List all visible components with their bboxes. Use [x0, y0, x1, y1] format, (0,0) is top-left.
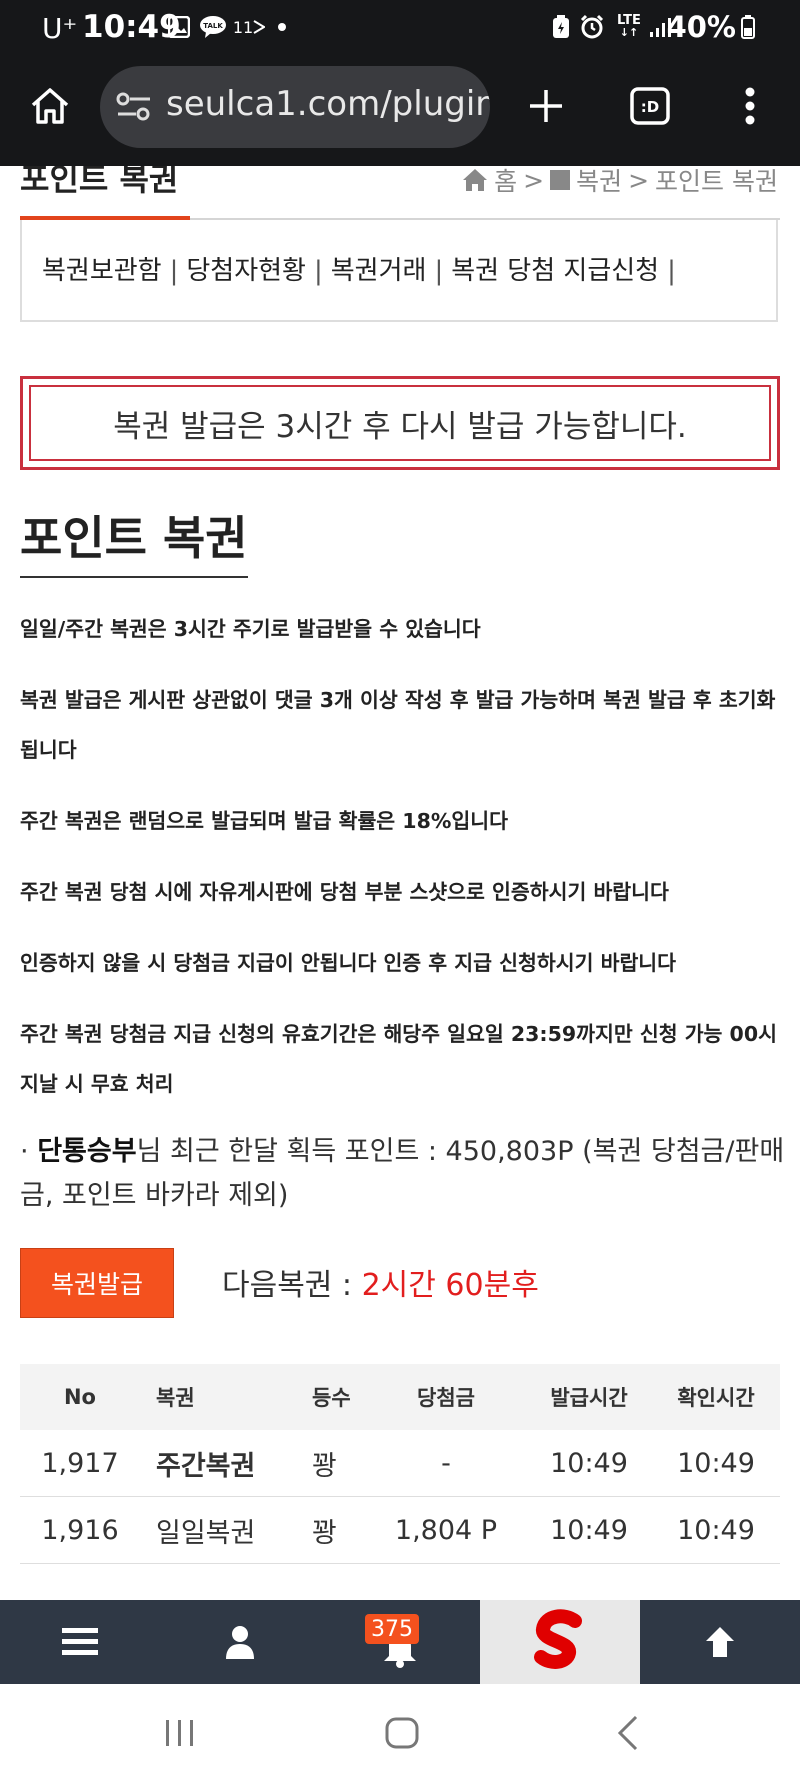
points-summary: · 단통승부님 최근 한달 획득 포인트 : 450,803P (복권 당첨금/… — [20, 1130, 785, 1218]
breadcrumb-section[interactable]: 복권 — [576, 166, 622, 198]
arrow-up-icon — [706, 1627, 734, 1657]
new-tab-button[interactable] — [516, 76, 576, 136]
breadcrumb-separator: > — [628, 166, 650, 195]
section-title: 포인트 복권 — [20, 166, 179, 198]
cell-issued: 10:49 — [550, 1514, 628, 1546]
menu-icon — [62, 1628, 98, 1655]
breadcrumb: 홈 > 복권 > 포인트 복권 — [462, 166, 778, 198]
talk-notification-icon: TALK — [198, 14, 228, 40]
carrier-label: U⁺ — [42, 12, 78, 45]
username: 단통승부 — [37, 1136, 137, 1167]
site-logo[interactable] — [480, 1600, 640, 1684]
cell-no: 1,916 — [41, 1514, 119, 1546]
recent-apps-button[interactable] — [150, 1708, 210, 1758]
browser-menu-button[interactable] — [720, 76, 780, 136]
home-icon — [31, 88, 69, 124]
bullet: · — [20, 1136, 29, 1167]
page-title-underline — [20, 576, 248, 578]
recent-apps-icon — [166, 1720, 193, 1746]
profile-button[interactable] — [180, 1600, 300, 1684]
sub-menu-box: 복권보관함 | 당첨자현황 | 복권거래 | 복권 당첨 지급신청 | — [20, 220, 778, 322]
site-bottom-nav: 375 — [0, 1600, 800, 1684]
rule-item: 인증하지 않을 시 당첨금 지급이 안됩니다 인증 후 지급 신청하시기 바랍니… — [20, 951, 677, 975]
next-lottery-label: 다음복권 : — [222, 1268, 362, 1303]
col-prize: 당첨금 — [417, 1386, 475, 1410]
scroll-top-button[interactable] — [660, 1600, 780, 1684]
page-content: 포인트 복권 홈 > 복권 > 포인트 복권 복권보관함 | 당첨자현황 | 복권거래 |… — [0, 166, 800, 1600]
rule-item: 주간 복권은 랜덤으로 발급되며 발급 확률은 18%입니다 — [20, 809, 508, 833]
site-settings-icon[interactable] — [116, 92, 152, 126]
lte-indicator: LTE ↓↑ — [617, 13, 641, 39]
rule-item: 복권 발급은 게시판 상관없이 댓글 3개 이상 작성 후 발급 가능하며 복권… — [20, 688, 776, 762]
battery-icon — [740, 14, 756, 40]
cell-lottery: 일일복권 — [156, 1517, 256, 1549]
back-icon — [617, 1715, 638, 1751]
rule-item: 주간 복권 당첨 시에 자유게시판에 당첨 부분 스샷으로 인증하시기 바랍니다 — [20, 880, 669, 904]
gallery-notification-icon — [166, 14, 192, 40]
col-lottery: 복권 — [156, 1386, 195, 1410]
tab-lottery-trade[interactable]: 복권거래 — [331, 256, 427, 286]
svg-text::D: :D — [641, 98, 659, 116]
home-circle-icon — [385, 1717, 419, 1749]
lottery-table: No 복권 등수 당첨금 발급시간 확인시간 1,917 주간복권 꽝 - 10… — [20, 1364, 780, 1564]
plus-icon — [530, 90, 562, 122]
alarm-icon — [578, 14, 606, 40]
more-notifications-dot-icon — [276, 14, 288, 40]
system-navigation-bar — [0, 1684, 800, 1784]
cell-checked: 10:49 — [677, 1447, 755, 1479]
notification-count-badge: 375 — [365, 1614, 419, 1644]
svg-text:TALK: TALK — [203, 22, 223, 30]
cell-prize: - — [441, 1447, 451, 1479]
tab-lottery-storage[interactable]: 복권보관함 — [42, 256, 162, 286]
status-bar: U⁺ 10:49 TALK 11 LTE ↓↑ 40% — [0, 0, 800, 58]
next-lottery: 다음복권 : 2시간 60분후 — [222, 1260, 539, 1304]
browser-toolbar: seulca1.com/plugin/ :D — [0, 58, 800, 166]
table-row[interactable]: 1,917 주간복권 꽝 - 10:49 10:49 — [20, 1430, 780, 1497]
next-lottery-time: 2시간 60분후 — [361, 1268, 539, 1303]
home-breadcrumb-icon — [463, 169, 488, 191]
breadcrumb-home[interactable]: 홈 — [494, 166, 517, 198]
user-icon — [226, 1626, 254, 1659]
battery-percent: 40% — [666, 10, 736, 44]
back-button[interactable] — [598, 1708, 658, 1758]
cell-rank: 꽝 — [312, 1450, 337, 1482]
tab-winners[interactable]: 당첨자현황 — [186, 256, 306, 286]
tab-switcher-button[interactable]: :D — [620, 76, 680, 136]
cell-issued: 10:49 — [550, 1447, 628, 1479]
url-text[interactable]: seulca1.com/plugin/ — [166, 84, 490, 124]
col-issued: 발급시간 — [550, 1386, 628, 1410]
home-button[interactable] — [20, 76, 80, 136]
cell-rank: 꽝 — [312, 1517, 337, 1549]
tab-prize-request[interactable]: 복권 당첨 지급신청 — [451, 256, 659, 286]
table-row[interactable]: 1,916 일일복권 꽝 1,804 P 10:49 10:49 — [20, 1497, 780, 1564]
kebab-menu-icon — [745, 87, 755, 125]
cell-lottery: 주간복권 — [156, 1450, 256, 1482]
alert-message: 복권 발급은 3시간 후 다시 발급 가능합니다. — [29, 385, 771, 461]
alert-box: 복권 발급은 3시간 후 다시 발급 가능합니다. — [20, 376, 780, 470]
message-notification-icon: 11 — [232, 14, 266, 40]
tabs-icon: :D — [630, 87, 670, 125]
issue-lottery-button[interactable]: 복권발급 — [20, 1248, 174, 1318]
home-nav-button[interactable] — [372, 1708, 432, 1758]
rules-list: 일일/주간 복권은 3시간 주기로 발급받을 수 있습니다 복권 발급은 게시판… — [20, 604, 780, 1130]
col-no: No — [63, 1385, 96, 1409]
col-rank: 등수 — [312, 1386, 351, 1410]
page-title: 포인트 복권 — [20, 511, 248, 565]
col-checked: 확인시간 — [677, 1386, 755, 1410]
square-bullet-icon — [550, 170, 571, 190]
cell-no: 1,917 — [41, 1447, 119, 1479]
rule-item: 주간 복권 당첨금 지급 신청의 유효기간은 해당주 일요일 23:59까지만 … — [20, 1022, 777, 1096]
cell-prize: 1,804 P — [394, 1514, 498, 1546]
menu-button[interactable] — [20, 1600, 140, 1684]
rule-item: 일일/주간 복권은 3시간 주기로 발급받을 수 있습니다 — [20, 617, 481, 641]
cell-checked: 10:49 — [677, 1514, 755, 1546]
breadcrumb-separator: > — [523, 166, 545, 195]
table-header: No 복권 등수 당첨금 발급시간 확인시간 — [20, 1364, 780, 1430]
sub-menu: 복권보관함 | 당첨자현황 | 복권거래 | 복권 당첨 지급신청 | — [42, 256, 676, 286]
address-bar[interactable]: seulca1.com/plugin/ — [100, 66, 490, 148]
battery-saver-icon — [550, 14, 572, 40]
breadcrumb-current: 포인트 복권 — [655, 167, 778, 196]
